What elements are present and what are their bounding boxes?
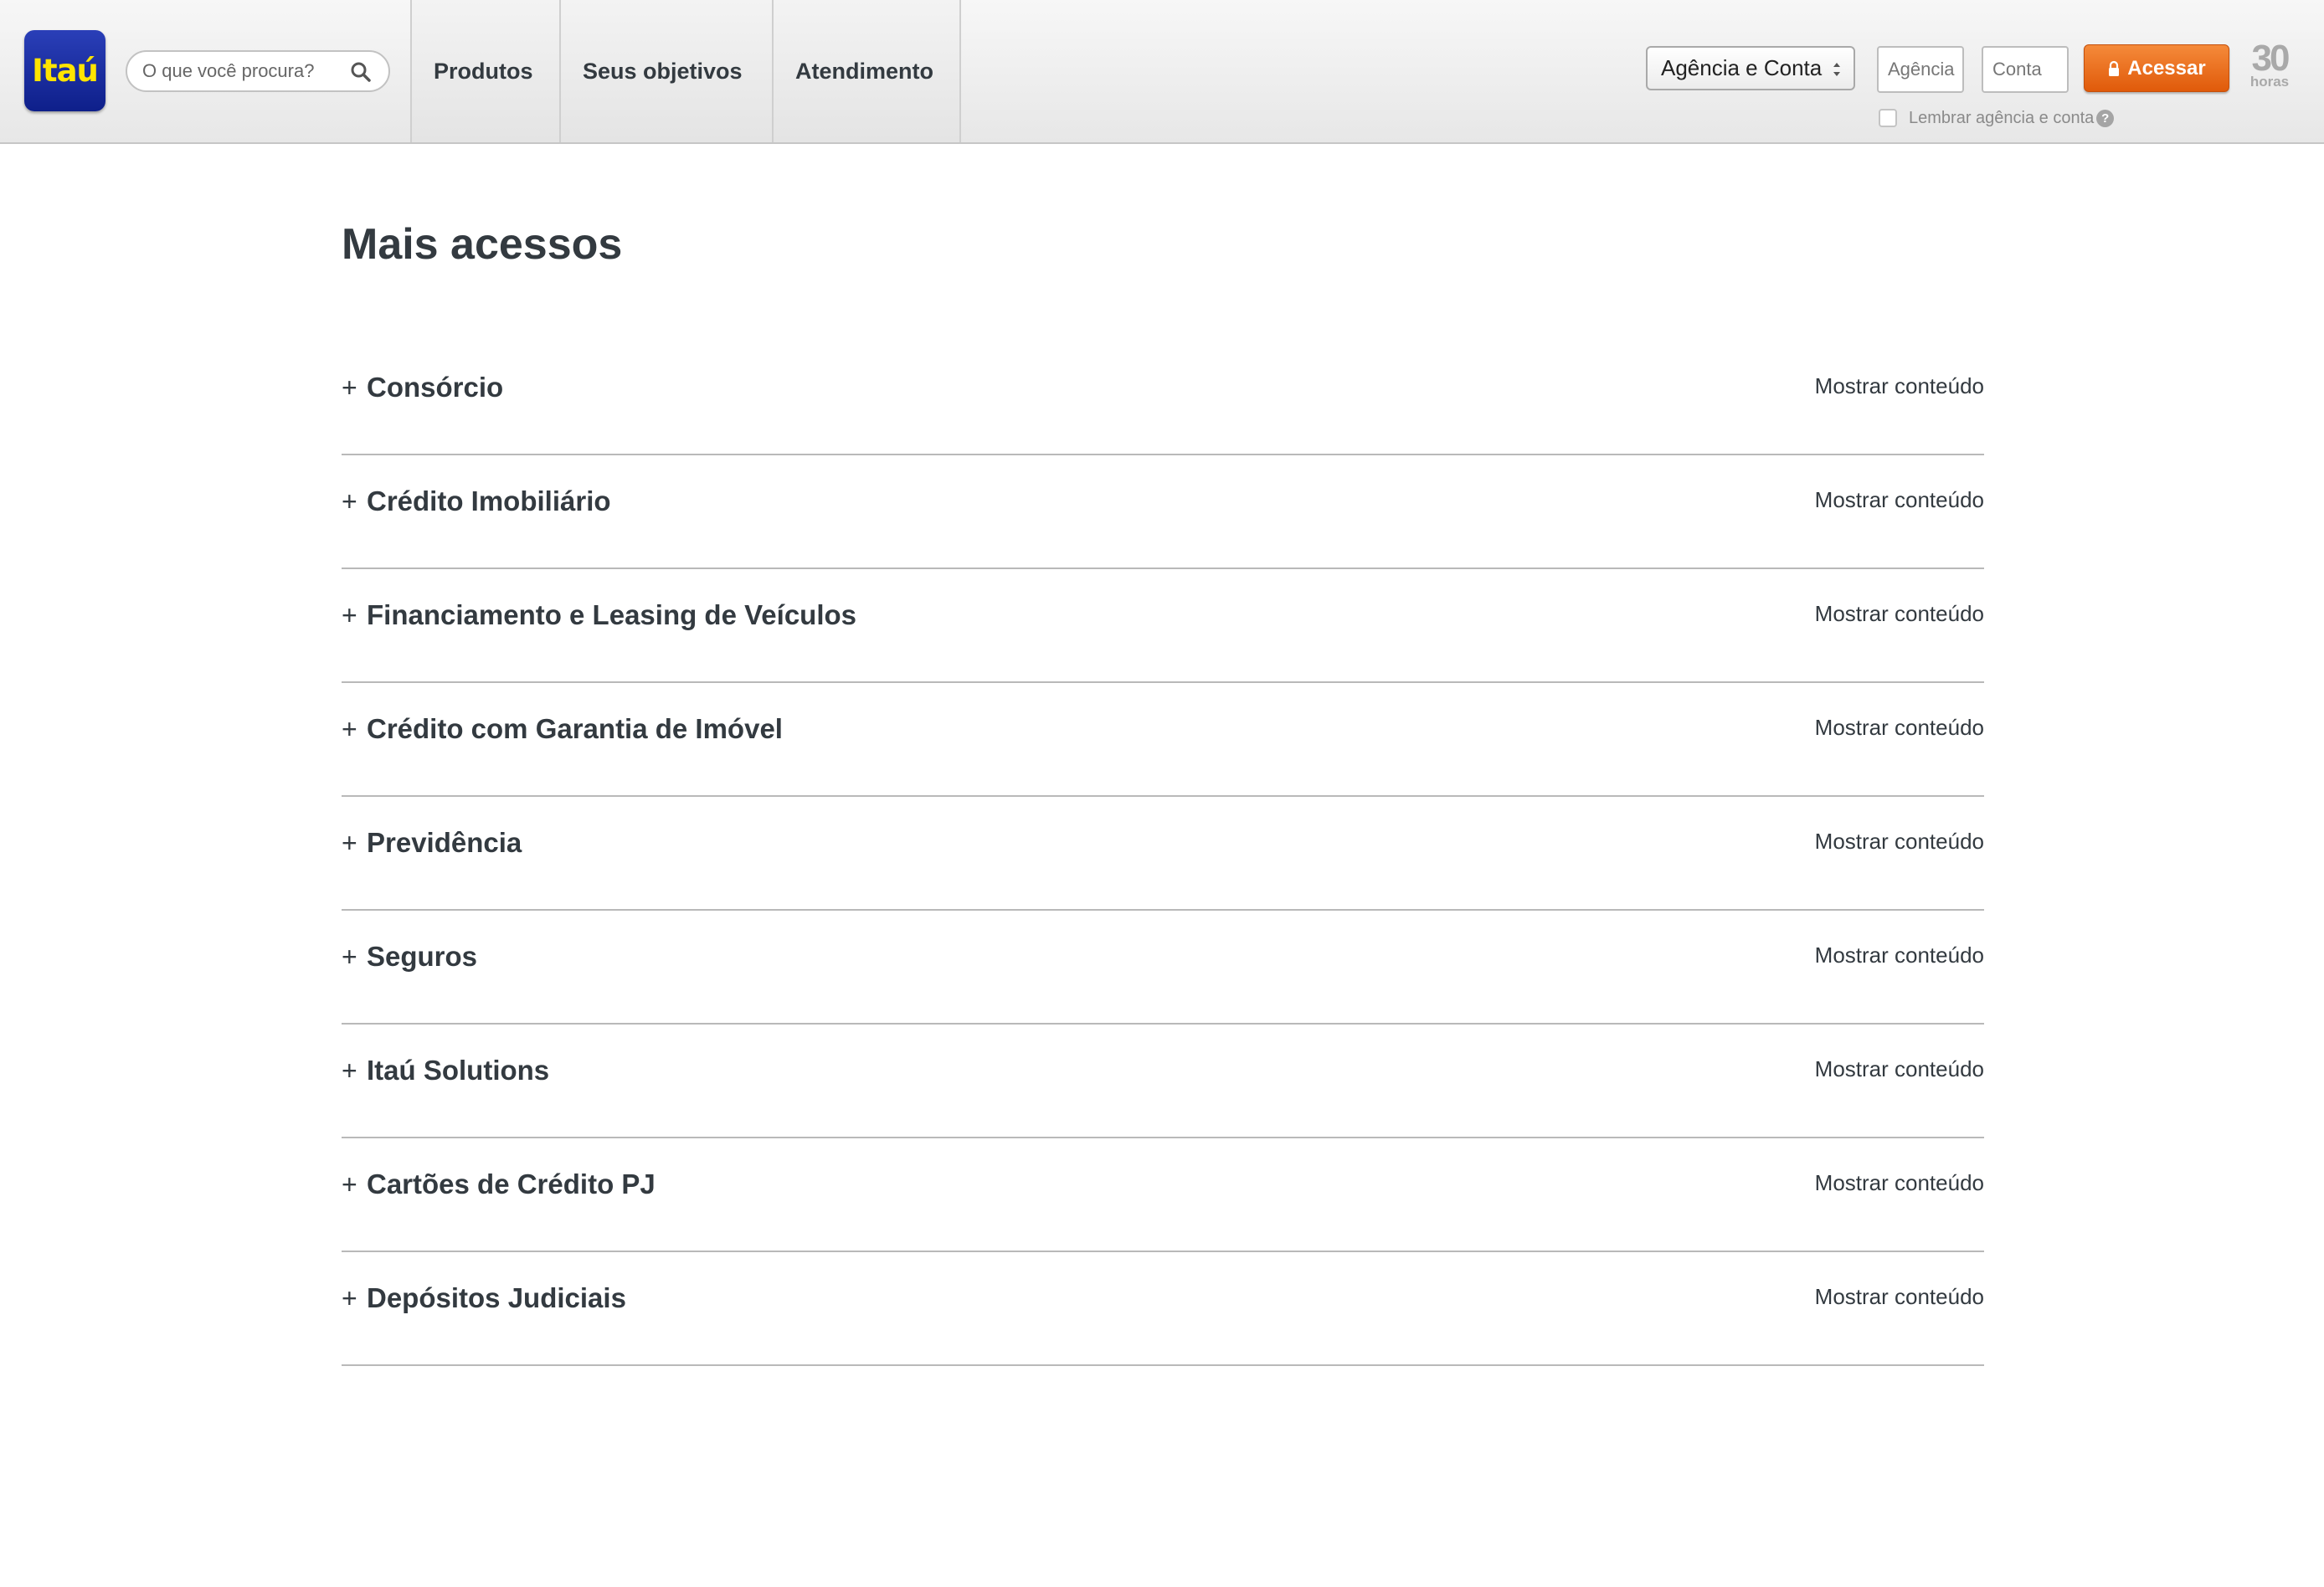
plus-icon: + [342,485,357,516]
accordion-title: Crédito Imobiliário [367,485,611,516]
select-arrows-icon [1833,63,1840,76]
search-box [126,50,390,92]
remember-row: Lembrar agência e conta ? [1879,107,2115,129]
plus-icon: + [342,1282,357,1313]
show-content-link[interactable]: Mostrar conteúdo [1815,1170,1984,1196]
site-header: Itaú Produtos Seus objetivos Atendimento… [0,0,2324,144]
search-input[interactable] [141,59,342,84]
badge-number: 30 [2251,38,2291,79]
accordion-header[interactable]: + Itaú Solutions [342,1055,549,1086]
accordion-title: Financiamento e Leasing de Veículos [367,599,857,630]
main-nav: Produtos Seus objetivos Atendimento [410,0,961,142]
accordion-title: Crédito com Garantia de Imóvel [367,713,783,744]
accordion-header[interactable]: + Seguros [342,941,477,973]
acessar-label: Acessar [2127,56,2206,80]
account-type-value: Agência e Conta [1661,55,1823,80]
accordion-list: + Consórcio Mostrar conteúdo + Crédito I… [342,342,1984,1366]
show-content-link[interactable]: Mostrar conteúdo [1815,487,1984,513]
search-icon[interactable] [350,61,372,83]
plus-icon: + [342,1168,357,1199]
accordion-item-cartoes-credito-pj: + Cartões de Crédito PJ Mostrar conteúdo [342,1138,1984,1252]
accordion-item-consorcio: + Consórcio Mostrar conteúdo [342,342,1984,455]
plus-icon: + [342,372,357,403]
lock-icon [2109,60,2120,76]
show-content-link[interactable]: Mostrar conteúdo [1815,829,1984,855]
show-content-link[interactable]: Mostrar conteúdo [1815,1284,1984,1310]
account-type-select[interactable]: Agência e Conta [1646,46,1855,90]
plus-icon: + [342,827,357,858]
itau-logo[interactable]: Itaú [24,30,105,111]
accordion-item-depositos-judiciais: + Depósitos Judiciais Mostrar conteúdo [342,1252,1984,1366]
show-content-link[interactable]: Mostrar conteúdo [1815,601,1984,627]
show-content-link[interactable]: Mostrar conteúdo [1815,373,1984,399]
accordion-title: Consórcio [367,372,504,403]
accordion-header[interactable]: + Consórcio [342,372,503,403]
page-title: Mais acessos [342,220,623,269]
nav-produtos[interactable]: Produtos [410,0,559,142]
remember-checkbox[interactable] [1879,109,1897,127]
accordion-title: Seguros [367,941,478,972]
conta-field[interactable] [1983,48,2067,91]
acessar-button[interactable]: Acessar [2084,44,2229,92]
accordion-header[interactable]: + Crédito com Garantia de Imóvel [342,713,783,745]
30-horas-badge: 30 horas [2244,40,2295,95]
plus-icon: + [342,941,357,972]
plus-icon: + [342,599,357,630]
accordion-header[interactable]: + Crédito Imobiliário [342,485,611,517]
nav-atendimento[interactable]: Atendimento [772,0,961,142]
accordion-title: Cartões de Crédito PJ [367,1168,656,1199]
accordion-item-previdencia: + Previdência Mostrar conteúdo [342,797,1984,911]
help-icon[interactable]: ? [2096,109,2115,127]
main-content: Mais acessos + Consórcio Mostrar conteúd… [342,144,1984,1366]
plus-icon: + [342,713,357,744]
accordion-title: Depósitos Judiciais [367,1282,626,1313]
show-content-link[interactable]: Mostrar conteúdo [1815,1056,1984,1082]
accordion-header[interactable]: + Financiamento e Leasing de Veículos [342,599,856,631]
accordion-item-itau-solutions: + Itaú Solutions Mostrar conteúdo [342,1025,1984,1138]
remember-label[interactable]: Lembrar agência e conta [1909,109,2094,128]
accordion-item-credito-imobiliario: + Crédito Imobiliário Mostrar conteúdo [342,455,1984,569]
accordion-title: Previdência [367,827,522,858]
show-content-link[interactable]: Mostrar conteúdo [1815,942,1984,968]
badge-label: horas [2249,74,2290,90]
nav-seus-objetivos[interactable]: Seus objetivos [559,0,772,142]
accordion-header[interactable]: + Previdência [342,827,522,859]
accordion-header[interactable]: + Depósitos Judiciais [342,1282,626,1314]
agencia-field-wrap [1877,46,1964,93]
plus-icon: + [342,1055,357,1086]
accordion-header[interactable]: + Cartões de Crédito PJ [342,1168,656,1200]
accordion-item-seguros: + Seguros Mostrar conteúdo [342,911,1984,1025]
accordion-item-credito-garantia-imovel: + Crédito com Garantia de Imóvel Mostrar… [342,683,1984,797]
accordion-item-financiamento-veiculos: + Financiamento e Leasing de Veículos Mo… [342,569,1984,683]
conta-field-wrap [1982,46,2069,93]
accordion-title: Itaú Solutions [367,1055,550,1086]
agencia-field[interactable] [1879,48,1962,91]
logo-text: Itaú [32,53,99,89]
show-content-link[interactable]: Mostrar conteúdo [1815,715,1984,741]
